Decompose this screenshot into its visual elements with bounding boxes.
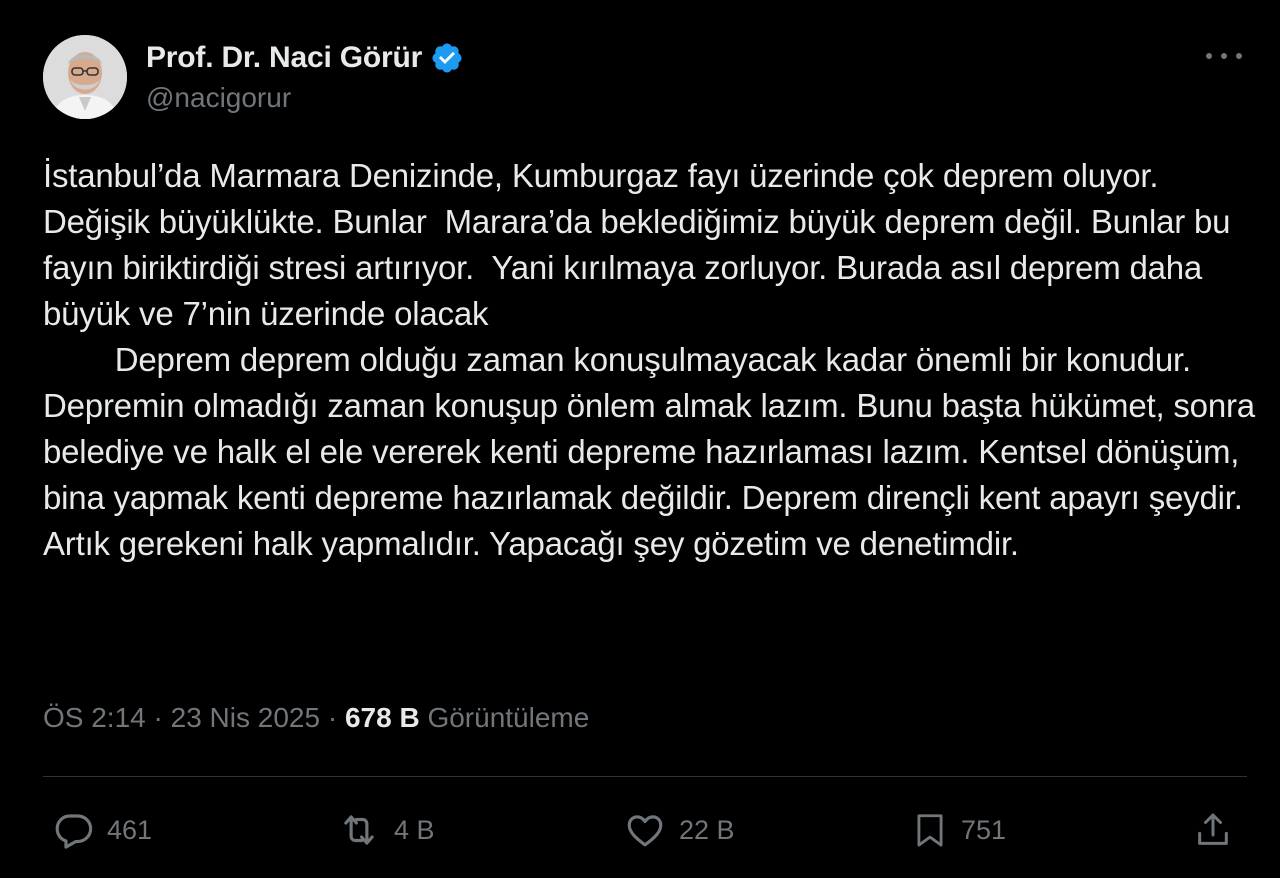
reply-icon bbox=[55, 814, 93, 849]
divider bbox=[43, 776, 1247, 777]
like-count: 22 B bbox=[679, 814, 735, 845]
bookmark-button[interactable]: 751 bbox=[911, 800, 1006, 860]
bookmark-icon bbox=[917, 814, 943, 847]
more-dot-icon bbox=[1206, 53, 1212, 59]
author-name-row: Prof. Dr. Naci Görür bbox=[146, 38, 464, 78]
tweet-card: Prof. Dr. Naci Görür @nacigorur İstanbul… bbox=[0, 0, 1280, 878]
tweet-time[interactable]: ÖS 2:14 bbox=[43, 702, 146, 734]
more-options-button[interactable] bbox=[1206, 44, 1242, 68]
views-label[interactable]: Görüntüleme bbox=[427, 702, 589, 734]
repost-icon bbox=[344, 815, 374, 845]
share-icon bbox=[1198, 813, 1228, 845]
display-name[interactable]: Prof. Dr. Naci Görür bbox=[146, 41, 422, 75]
verified-badge-icon[interactable] bbox=[430, 41, 464, 75]
bookmark-count: 751 bbox=[961, 814, 1007, 845]
more-dot-icon bbox=[1236, 53, 1242, 59]
avatar[interactable] bbox=[43, 35, 127, 119]
reply-count: 461 bbox=[107, 814, 153, 845]
tweet-date[interactable]: 23 Nis 2025 bbox=[171, 702, 320, 734]
action-bar: 461 4 B 22 B 751 bbox=[43, 800, 1247, 860]
share-button[interactable] bbox=[1193, 800, 1233, 860]
repost-count: 4 B bbox=[394, 814, 435, 845]
author-handle[interactable]: @nacigorur bbox=[146, 82, 291, 114]
tweet-text: İstanbul’da Marmara Denizinde, Kumburgaz… bbox=[43, 157, 1255, 562]
meta-separator: · bbox=[320, 702, 345, 733]
views-count[interactable]: 678 B bbox=[345, 702, 420, 734]
meta-separator: · bbox=[145, 702, 171, 733]
repost-button[interactable]: 4 B bbox=[336, 800, 435, 860]
more-dot-icon bbox=[1221, 53, 1227, 59]
heart-icon bbox=[627, 815, 663, 847]
reply-button[interactable]: 461 bbox=[53, 800, 152, 860]
views-gap bbox=[420, 702, 428, 734]
like-button[interactable]: 22 B bbox=[623, 800, 735, 860]
tweet-meta: ÖS 2:14 · 23 Nis 2025 · 678 B Görüntülem… bbox=[43, 702, 589, 734]
